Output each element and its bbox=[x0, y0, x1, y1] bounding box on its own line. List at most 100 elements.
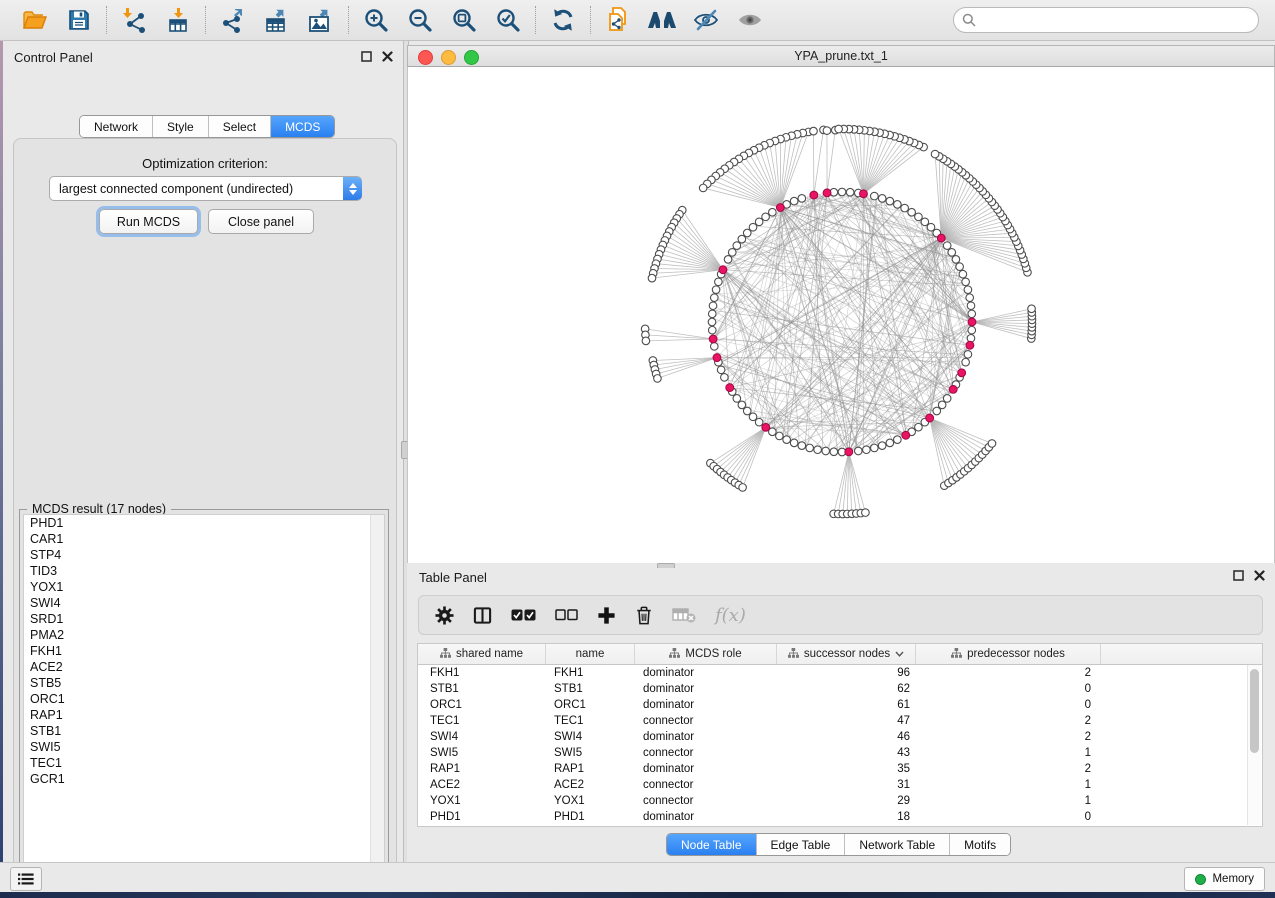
network-graph[interactable] bbox=[408, 67, 1275, 563]
mcds-result-item[interactable]: STB5 bbox=[24, 675, 384, 691]
table-row[interactable]: FKH1FKH1dominator962 bbox=[418, 665, 1262, 681]
table-cell[interactable]: 31 bbox=[777, 779, 916, 791]
import-network-icon[interactable] bbox=[119, 6, 149, 34]
search-box[interactable] bbox=[953, 7, 1259, 33]
table-cell[interactable]: 43 bbox=[777, 747, 916, 759]
table-cell[interactable]: 62 bbox=[777, 683, 916, 695]
mcds-result-item[interactable]: GCR1 bbox=[24, 771, 384, 787]
table-cell[interactable]: RAP1 bbox=[546, 763, 635, 775]
table-cell[interactable]: 2 bbox=[916, 667, 1101, 679]
zoom-in-icon[interactable] bbox=[361, 6, 391, 34]
column-header-MCDS-role[interactable]: MCDS role bbox=[635, 644, 777, 664]
column-header-successor-nodes[interactable]: successor nodes bbox=[777, 644, 916, 664]
clone-network-icon[interactable] bbox=[603, 6, 633, 34]
table-cell[interactable]: 0 bbox=[916, 683, 1101, 695]
table-cell[interactable]: SWI4 bbox=[546, 731, 635, 743]
table-cell[interactable]: ACE2 bbox=[418, 779, 546, 791]
column-header-predecessor-nodes[interactable]: predecessor nodes bbox=[916, 644, 1101, 664]
mcds-result-item[interactable]: YOX1 bbox=[24, 579, 384, 595]
export-table-icon[interactable] bbox=[262, 6, 292, 34]
table-cell[interactable]: ORC1 bbox=[418, 699, 546, 711]
table-row[interactable]: PHD1PHD1dominator180 bbox=[418, 809, 1262, 825]
float-panel-icon[interactable] bbox=[1233, 570, 1244, 581]
table-cell[interactable]: 2 bbox=[916, 763, 1101, 775]
deselect-all-columns-icon[interactable] bbox=[555, 609, 578, 621]
mcds-result-item[interactable]: ACE2 bbox=[24, 659, 384, 675]
export-image-icon[interactable] bbox=[306, 6, 336, 34]
mcds-result-item[interactable]: TEC1 bbox=[24, 755, 384, 771]
mcds-result-item[interactable]: PHD1 bbox=[24, 515, 384, 531]
table-cell[interactable]: ORC1 bbox=[546, 699, 635, 711]
network-view[interactable] bbox=[407, 67, 1275, 563]
mcds-result-item[interactable]: SWI4 bbox=[24, 595, 384, 611]
table-cell[interactable]: FKH1 bbox=[418, 667, 546, 679]
table-cell[interactable]: 35 bbox=[777, 763, 916, 775]
mcds-result-item[interactable]: ORC1 bbox=[24, 691, 384, 707]
table-cell[interactable]: TEC1 bbox=[418, 715, 546, 727]
network-ring-nodes[interactable] bbox=[708, 188, 975, 456]
mcds-result-item[interactable]: SRD1 bbox=[24, 611, 384, 627]
tab-edge-table[interactable]: Edge Table bbox=[756, 834, 845, 855]
table-cell[interactable]: connector bbox=[635, 747, 777, 759]
add-column-icon[interactable] bbox=[597, 606, 616, 625]
table-cell[interactable]: SWI5 bbox=[546, 747, 635, 759]
export-network-icon[interactable] bbox=[218, 6, 248, 34]
mcds-result-item[interactable]: FKH1 bbox=[24, 643, 384, 659]
table-cell[interactable]: connector bbox=[635, 779, 777, 791]
table-row[interactable]: ACE2ACE2connector311 bbox=[418, 777, 1262, 793]
run-mcds-button[interactable]: Run MCDS bbox=[99, 209, 198, 234]
table-cell[interactable]: dominator bbox=[635, 763, 777, 775]
network-window-titlebar[interactable]: YPA_prune.txt_1 bbox=[407, 45, 1275, 67]
table-cell[interactable]: YOX1 bbox=[546, 795, 635, 807]
table-cell[interactable]: dominator bbox=[635, 683, 777, 695]
delete-column-icon[interactable] bbox=[635, 605, 653, 626]
table-cell[interactable]: ACE2 bbox=[546, 779, 635, 791]
column-header-name[interactable]: name bbox=[546, 644, 635, 664]
search-input[interactable] bbox=[976, 12, 1250, 28]
mcds-result-item[interactable]: RAP1 bbox=[24, 707, 384, 723]
show-all-icon[interactable] bbox=[735, 6, 765, 34]
table-row[interactable]: SWI5SWI5connector431 bbox=[418, 745, 1262, 761]
table-cell[interactable]: 1 bbox=[916, 795, 1101, 807]
table-cell[interactable]: 96 bbox=[777, 667, 916, 679]
tab-select[interactable]: Select bbox=[208, 116, 270, 137]
table-cell[interactable]: dominator bbox=[635, 731, 777, 743]
tab-style[interactable]: Style bbox=[152, 116, 208, 137]
table-cell[interactable]: 46 bbox=[777, 731, 916, 743]
table-cell[interactable]: FKH1 bbox=[546, 667, 635, 679]
first-neighbors-icon[interactable] bbox=[647, 6, 677, 34]
table-row[interactable]: YOX1YOX1connector291 bbox=[418, 793, 1262, 809]
table-cell[interactable]: TEC1 bbox=[546, 715, 635, 727]
table-scrollbar[interactable] bbox=[1247, 665, 1261, 825]
select-all-columns-icon[interactable] bbox=[511, 608, 536, 622]
table-cell[interactable]: PHD1 bbox=[546, 811, 635, 823]
table-cell[interactable]: PHD1 bbox=[418, 811, 546, 823]
zoom-fit-icon[interactable] bbox=[449, 6, 479, 34]
mcds-result-item[interactable]: TID3 bbox=[24, 563, 384, 579]
mcds-result-item[interactable]: SWI5 bbox=[24, 739, 384, 755]
zoom-selected-icon[interactable] bbox=[493, 6, 523, 34]
mcds-result-item[interactable]: CAR1 bbox=[24, 531, 384, 547]
table-cell[interactable]: 61 bbox=[777, 699, 916, 711]
table-row[interactable]: ORC1ORC1dominator610 bbox=[418, 697, 1262, 713]
table-row[interactable]: SWI4SWI4dominator462 bbox=[418, 729, 1262, 745]
tab-network-table[interactable]: Network Table bbox=[844, 834, 949, 855]
close-panel-icon[interactable] bbox=[1254, 570, 1265, 581]
table-row[interactable]: STB1STB1dominator620 bbox=[418, 681, 1262, 697]
import-table-icon[interactable] bbox=[163, 6, 193, 34]
scrollbar-thumb[interactable] bbox=[1250, 669, 1259, 753]
table-cell[interactable]: STB1 bbox=[418, 683, 546, 695]
close-panel-button[interactable]: Close panel bbox=[208, 209, 314, 234]
tab-network[interactable]: Network bbox=[80, 116, 152, 137]
task-history-button[interactable] bbox=[10, 867, 42, 891]
tab-mcds[interactable]: MCDS bbox=[270, 116, 334, 137]
table-cell[interactable]: 1 bbox=[916, 779, 1101, 791]
table-cell[interactable]: SWI4 bbox=[418, 731, 546, 743]
table-cell[interactable]: 47 bbox=[777, 715, 916, 727]
table-cell[interactable]: 0 bbox=[916, 699, 1101, 711]
table-cell[interactable]: dominator bbox=[635, 811, 777, 823]
mcds-list-scrollbar[interactable] bbox=[370, 515, 384, 877]
table-cell[interactable]: RAP1 bbox=[418, 763, 546, 775]
table-cell[interactable]: 2 bbox=[916, 715, 1101, 727]
table-cell[interactable]: SWI5 bbox=[418, 747, 546, 759]
